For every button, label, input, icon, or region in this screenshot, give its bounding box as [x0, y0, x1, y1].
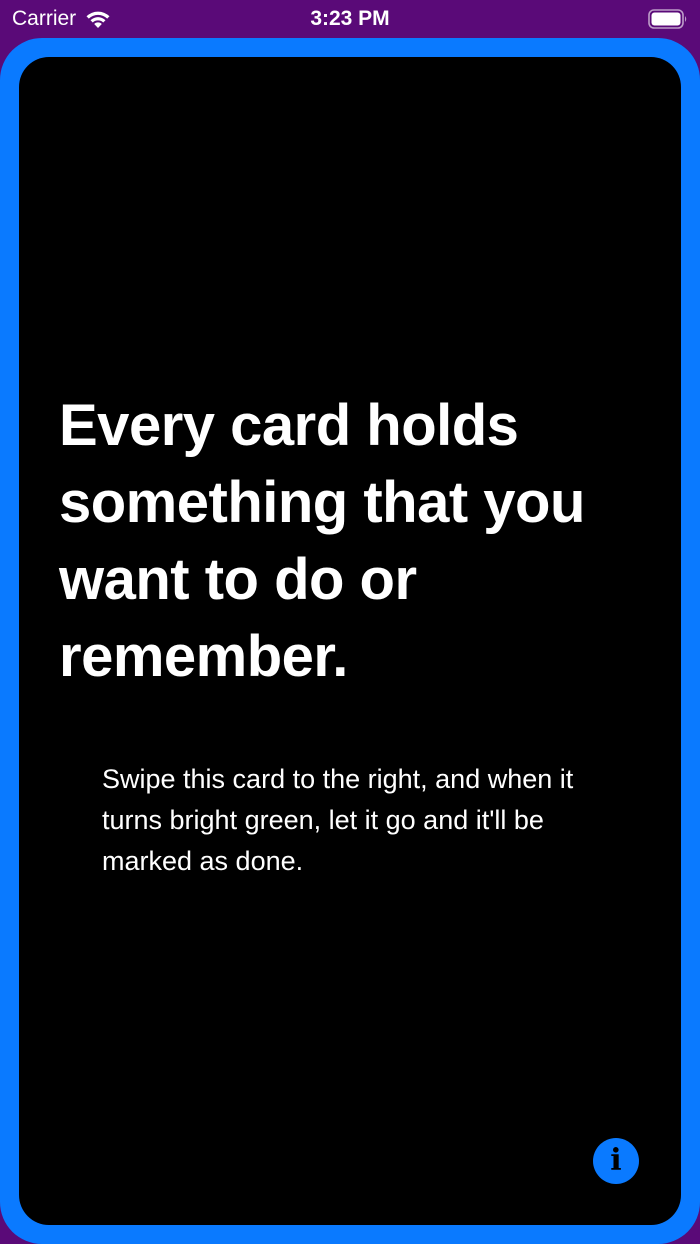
swipe-card[interactable]: Every card holds something that you want… [19, 57, 681, 1225]
app-screen: Carrier 3:23 PM Every card holds somethi… [0, 0, 700, 1244]
status-bar: Carrier 3:23 PM [0, 0, 700, 38]
status-time: 3:23 PM [310, 7, 390, 30]
card-instructions: Swipe this card to the right, and when i… [102, 764, 574, 876]
battery-icon [648, 9, 687, 29]
info-icon: i [610, 1143, 622, 1178]
info-button[interactable]: i [593, 1138, 639, 1184]
card-title: Every card holds something that you want… [59, 393, 585, 689]
